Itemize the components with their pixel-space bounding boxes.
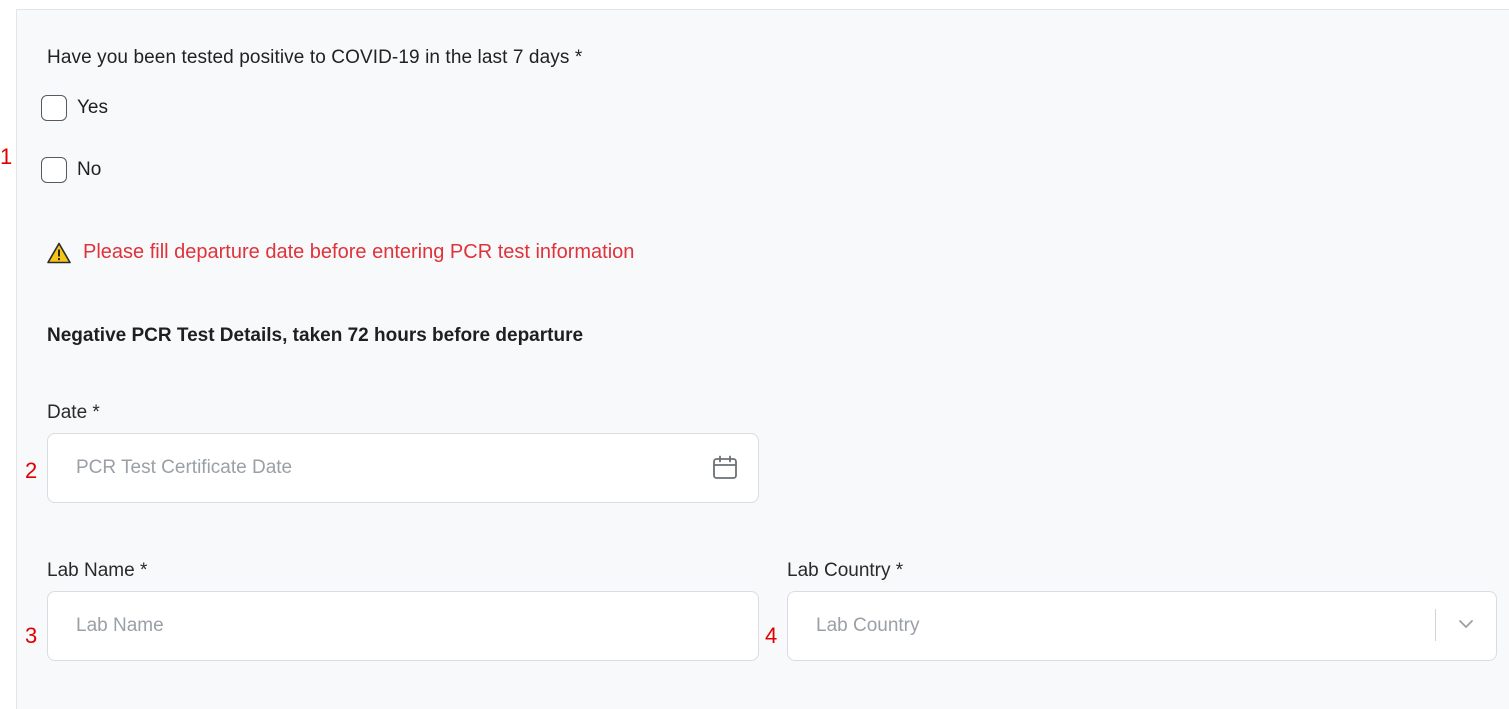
option-no[interactable]: No [41,157,101,183]
yes-checkbox[interactable] [41,95,67,121]
annotation-marker-1: 1 [0,144,13,169]
annotation-marker-3: 3 [25,623,38,648]
departure-date-warning: Please fill departure date before enteri… [47,241,634,264]
lab-country-label: Lab Country * [787,560,904,581]
lab-country-input[interactable] [816,592,1424,660]
warning-text: Please fill departure date before enteri… [83,241,635,263]
annotation-marker-2: 2 [25,458,38,483]
lab-name-input[interactable] [76,592,686,660]
warning-triangle-icon [47,242,71,263]
lab-country-select[interactable] [787,591,1497,661]
select-separator [1435,609,1436,641]
no-label: No [77,159,102,180]
lab-name-label: Lab Name * [47,560,148,581]
annotation-marker-4: 4 [765,623,778,648]
option-yes[interactable]: Yes [41,95,108,121]
lab-name-field[interactable] [47,591,759,661]
pcr-date-field[interactable] [47,433,759,503]
date-label: Date * [47,402,100,423]
pcr-section-title: Negative PCR Test Details, taken 72 hour… [47,325,584,346]
covid-question-label: Have you been tested positive to COVID-1… [47,47,583,68]
no-checkbox[interactable] [41,157,67,183]
pcr-date-input[interactable] [76,434,686,502]
calendar-icon[interactable] [712,455,738,481]
chevron-down-icon[interactable] [1458,619,1474,629]
yes-label: Yes [77,97,108,118]
